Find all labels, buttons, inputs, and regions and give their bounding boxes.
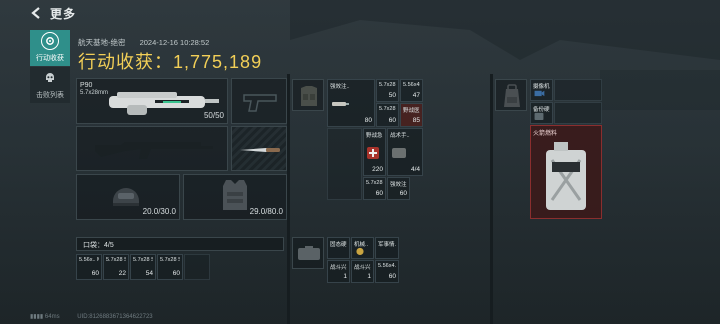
- raid-location: 航天基地-绝密: [78, 38, 126, 47]
- helmet-durability: 20.0/30.0: [142, 207, 176, 216]
- tab-kill-list[interactable]: 击败列表: [30, 67, 70, 103]
- chest-rig-grid: 强效注.. 80 5.7x28 SS197SR 50 5.56x45 M855A…: [327, 79, 423, 201]
- weapon-durability: 50/50: [203, 111, 224, 120]
- signal-icon: ▮▮▮▮: [30, 314, 44, 320]
- weapon-name: P90: [80, 82, 93, 89]
- pocket-grid: 5.56x.. M855 60 5.7x28 SS190 22 5.7x28 S…: [76, 254, 210, 280]
- rifle-placeholder-icon: [95, 142, 213, 159]
- helmet-slot[interactable]: 20.0/30.0: [76, 174, 180, 220]
- raid-meta: 航天基地-绝密 2024-12-16 10:28:52: [78, 37, 221, 48]
- column-divider: [490, 74, 493, 324]
- ping-value: 64ms: [44, 314, 60, 320]
- knife-icon: [240, 148, 280, 152]
- injector-icon: [332, 101, 349, 106]
- armor-durability: 29.0/80.0: [249, 207, 283, 216]
- pocket-item[interactable]: 5.7x28 SS190 54: [130, 254, 156, 280]
- case-grid: 固态硬.. 机械.. 军事情.. 战斗兴.. 1 战斗兴.. 1 5.56x4.…: [327, 237, 399, 283]
- tab-action-harvest[interactable]: 行动收获: [30, 30, 70, 66]
- secondary-weapon-slot[interactable]: [76, 126, 228, 171]
- pistol-slot[interactable]: [231, 78, 287, 124]
- backpack-grid: 摄像机 备份硬.. 火箭燃料: [530, 79, 602, 219]
- case-item[interactable]: 军事情..: [375, 237, 399, 259]
- case-item[interactable]: 5.56x4.. 60: [375, 260, 399, 283]
- top-bar: 更多: [0, 0, 720, 26]
- case-item[interactable]: 战斗兴.. 1: [327, 260, 350, 283]
- backpack-item-rocket-fuel[interactable]: 火箭燃料: [530, 125, 602, 219]
- pocket-label: 口袋：4/5: [76, 237, 284, 251]
- income-total: 行动收获：1,775,189: [78, 48, 262, 74]
- column-divider: [287, 74, 290, 324]
- pocket-item[interactable]: 5.7x28 SS190 22: [103, 254, 129, 280]
- target-icon: [41, 32, 59, 50]
- pocket-item[interactable]: 5.56x.. M855 60: [76, 254, 102, 280]
- backpack-item[interactable]: 备份硬..: [530, 102, 553, 124]
- armor-slot[interactable]: 29.0/80.0: [183, 174, 287, 220]
- chest-rig-icon: [301, 86, 317, 106]
- pocket-empty-slot[interactable]: [184, 254, 210, 280]
- case-item[interactable]: 固态硬..: [327, 237, 350, 259]
- income-value: 1,775,189: [173, 52, 263, 72]
- rig-item[interactable]: 5.56x45 M855A1 47: [400, 79, 423, 102]
- rig-item-medkit[interactable]: 野战医.. 85: [400, 103, 423, 127]
- rig-item[interactable]: 5.7x28 SS190 60: [363, 177, 386, 200]
- rig-item[interactable]: 强效注.. 60: [387, 177, 410, 200]
- helmet-icon: [113, 188, 139, 206]
- case-item[interactable]: 战斗兴.. 1: [351, 260, 374, 283]
- backpack-item[interactable]: 摄像机: [530, 79, 553, 101]
- hard-drive-icon: [534, 112, 544, 121]
- page-title: 更多: [50, 7, 77, 21]
- first-aid-icon: [367, 146, 379, 159]
- pocket-item[interactable]: 5.7x28 SS190 60: [157, 254, 183, 280]
- primary-weapon-slot[interactable]: P90 5.7x28mm 50/50: [76, 78, 228, 124]
- income-label: 行动收获：: [78, 52, 173, 72]
- rig-item[interactable]: 野战急.. 220: [363, 128, 386, 176]
- tab-label: 击败列表: [36, 92, 64, 99]
- case-item[interactable]: 机械..: [351, 237, 374, 259]
- body-armor-icon: [223, 180, 247, 210]
- backpack-icon: [504, 84, 520, 107]
- tab-label: 行动收获: [36, 55, 64, 62]
- footer-status: ▮▮▮▮ 64ms UID:8126883671364622723: [30, 313, 153, 320]
- skull-icon: [41, 69, 59, 87]
- tactical-kit-icon: [392, 147, 406, 158]
- fuel-canister-icon: [546, 142, 586, 210]
- rig-item[interactable]: 强效注.. 80: [327, 79, 375, 127]
- melee-slot[interactable]: [231, 126, 287, 171]
- rig-item[interactable]: 5.7x28 SS190 60: [376, 103, 399, 127]
- weapon-caliber: 5.7x28mm: [80, 90, 109, 96]
- rig-item[interactable]: 战术手.. 4/4: [387, 128, 423, 176]
- rig-empty-slot[interactable]: [327, 128, 362, 200]
- chest-rig-slot[interactable]: [292, 79, 324, 111]
- user-uid: UID:8126883671364622723: [77, 314, 153, 320]
- backpack-empty-slot[interactable]: [554, 79, 602, 101]
- raid-datetime: 2024-12-16 10:28:52: [139, 38, 210, 47]
- pistol-placeholder-icon: [243, 94, 277, 112]
- back-arrow-icon[interactable]: [30, 6, 44, 20]
- camera-icon: [534, 90, 545, 97]
- rig-item[interactable]: 5.7x28 SS197SR 50: [376, 79, 399, 102]
- case-icon: [298, 246, 320, 260]
- backpack-empty-slot[interactable]: [554, 102, 602, 124]
- backpack-slot[interactable]: [495, 79, 527, 111]
- secure-case-slot[interactable]: [292, 237, 324, 269]
- gold-item-icon: [356, 247, 364, 256]
